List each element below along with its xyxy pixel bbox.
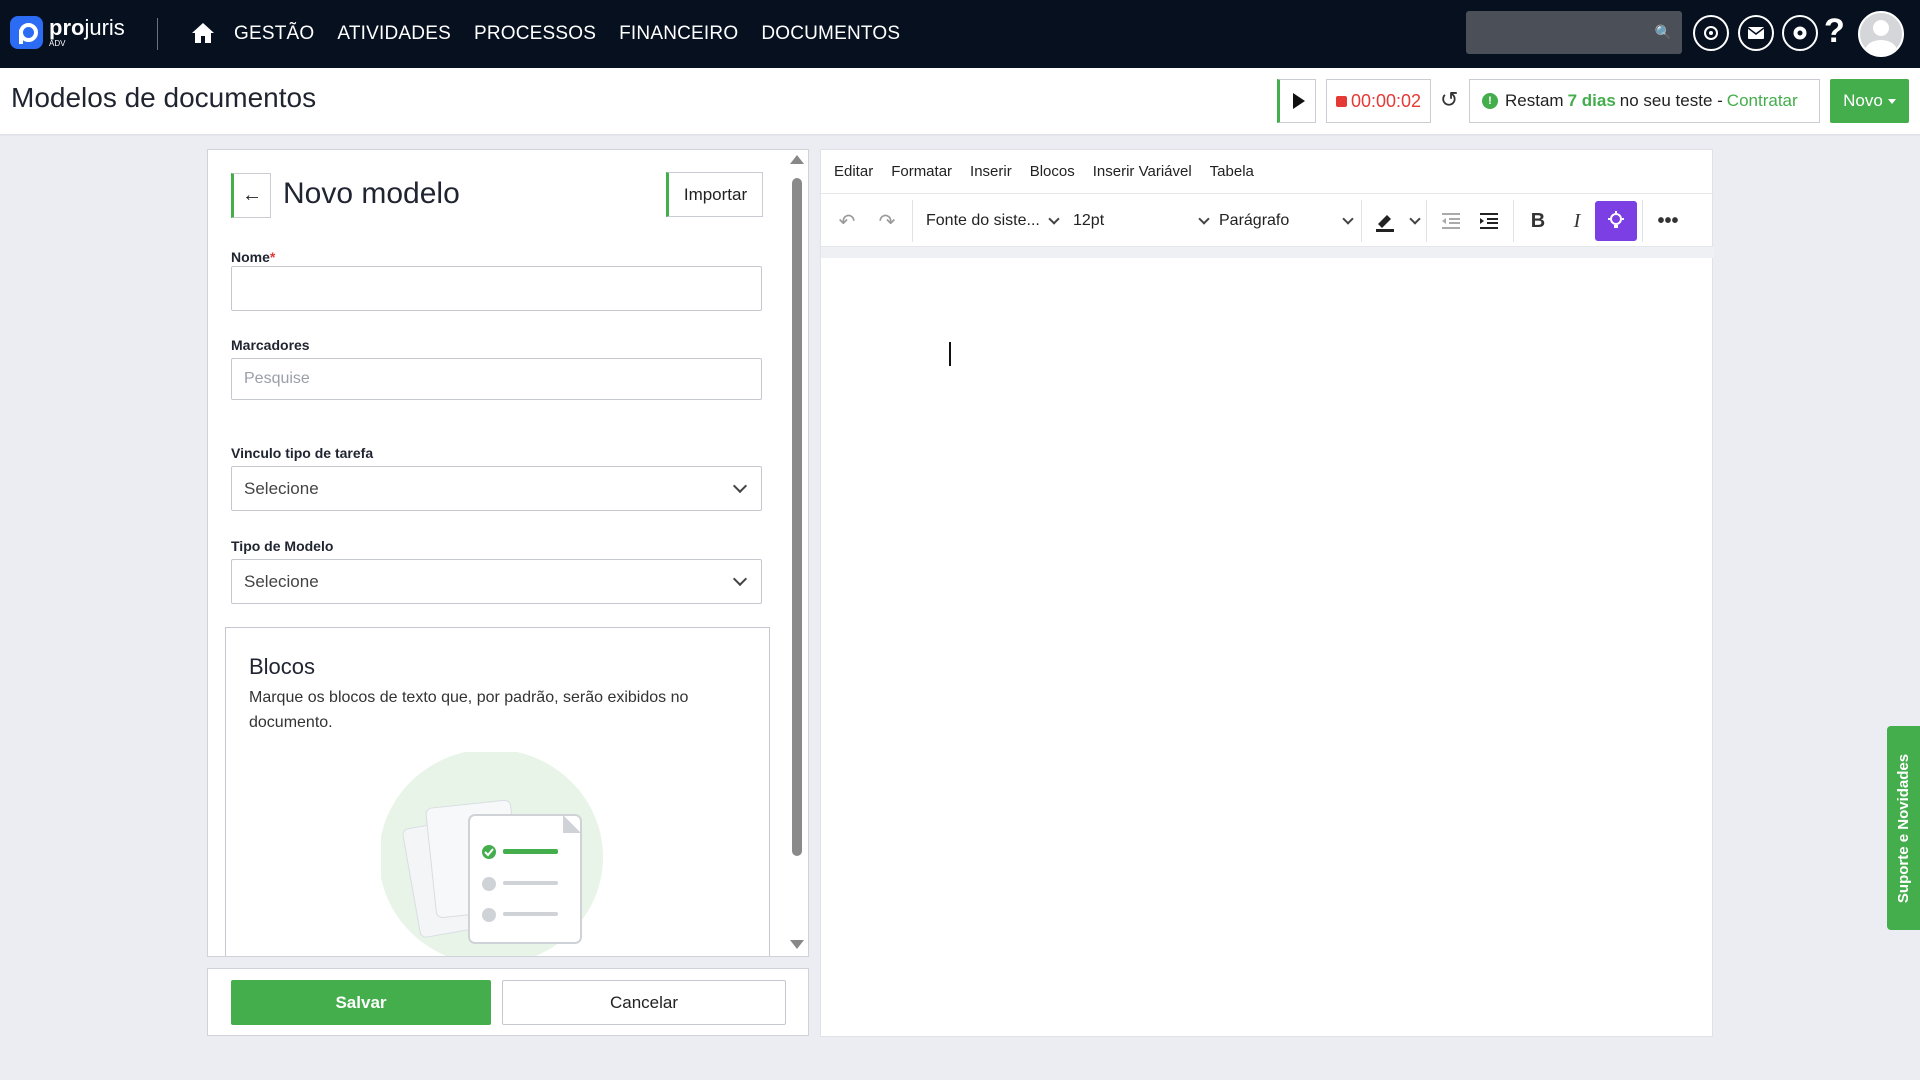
contratar-link[interactable]: Contratar xyxy=(1727,91,1798,111)
back-button[interactable]: ← xyxy=(231,173,271,218)
nav-link-financeiro[interactable]: FINANCEIRO xyxy=(619,23,738,45)
highlight-color-dropdown[interactable] xyxy=(1401,194,1421,248)
menu-inserir-variavel[interactable]: Inserir Variável xyxy=(1093,163,1192,180)
indent-icon[interactable] xyxy=(1475,207,1503,235)
top-navbar: projuris ADV GESTÃO ATIVIDADES PROCESSOS… xyxy=(0,0,1920,68)
support-news-tab[interactable]: Suporte e Novidades xyxy=(1887,726,1920,930)
logo-sub: ADV xyxy=(49,39,66,48)
undo-icon[interactable]: ↶ xyxy=(833,207,861,235)
nav-link-processos[interactable]: PROCESSOS xyxy=(474,23,596,45)
page-header: Modelos de documentos 00:00:02 ↺ ! Resta… xyxy=(0,68,1920,134)
blocos-description: Marque os blocos de texto que, por padrã… xyxy=(249,689,689,731)
tipo-modelo-label: Tipo de Modelo xyxy=(231,538,334,554)
model-form-panel: ← Novo modelo Importar Nome* Marcadores … xyxy=(207,149,809,957)
highlight-color-icon[interactable] xyxy=(1371,207,1399,235)
font-size-value: 12pt xyxy=(1073,212,1105,229)
timer-value: 00:00:02 xyxy=(1350,90,1422,111)
more-options-icon[interactable]: ••• xyxy=(1654,207,1682,235)
scroll-down-arrow[interactable] xyxy=(790,940,804,949)
search-icon[interactable]: 🔍 xyxy=(1655,24,1672,41)
menu-blocos[interactable]: Blocos xyxy=(1030,163,1075,180)
global-search-input[interactable]: 🔍 xyxy=(1466,11,1682,54)
stop-icon xyxy=(1335,95,1347,107)
menu-inserir[interactable]: Inserir xyxy=(970,163,1012,180)
nome-input[interactable] xyxy=(231,266,762,311)
timer-stop-button[interactable]: 00:00:02 xyxy=(1326,79,1431,123)
nav-link-gestao[interactable]: GESTÃO xyxy=(234,23,314,45)
trial-banner: ! Restam 7 dias no seu teste - Contratar xyxy=(1469,79,1820,123)
nome-label: Nome* xyxy=(231,249,276,265)
settings-gear-icon[interactable] xyxy=(1782,15,1818,51)
scroll-up-arrow[interactable] xyxy=(790,155,804,164)
help-icon[interactable]: ? xyxy=(1824,12,1845,51)
arrow-left-icon: ← xyxy=(242,184,262,206)
chevron-down-icon xyxy=(1198,212,1210,225)
menu-formatar[interactable]: Formatar xyxy=(891,163,952,180)
marcadores-search-input[interactable]: Pesquise xyxy=(231,358,762,400)
projuris-logo[interactable]: projuris ADV xyxy=(10,16,125,49)
info-icon: ! xyxy=(1482,93,1498,109)
vinculo-select[interactable]: Selecione xyxy=(231,466,762,511)
trial-days: 7 dias xyxy=(1567,91,1616,110)
nav-link-atividades[interactable]: ATIVIDADES xyxy=(337,23,451,45)
chevron-down-icon xyxy=(732,571,748,587)
page-title: Modelos de documentos xyxy=(11,82,317,113)
italic-icon[interactable]: I xyxy=(1563,207,1591,235)
tipo-modelo-selected: Selecione xyxy=(244,571,319,591)
support-news-label: Suporte e Novidades xyxy=(1895,753,1913,903)
ai-assistant-icon[interactable] xyxy=(1693,15,1729,51)
marcadores-label: Marcadores xyxy=(231,337,310,353)
font-family-select[interactable]: Fonte do siste... xyxy=(926,194,1060,248)
ai-lightbulb-icon[interactable] xyxy=(1595,201,1637,241)
trial-suffix: no seu teste - xyxy=(1619,91,1723,110)
nav-links: GESTÃO ATIVIDADES PROCESSOS FINANCEIRO D… xyxy=(234,0,900,68)
editor-menubar: Editar Formatar Inserir Blocos Inserir V… xyxy=(821,150,1714,193)
user-avatar[interactable] xyxy=(1858,11,1904,57)
logo-name-bold: pro xyxy=(49,15,85,40)
font-size-select[interactable]: 12pt xyxy=(1073,194,1210,248)
logo-mark-icon xyxy=(10,16,43,49)
nav-link-documentos[interactable]: DOCUMENTOS xyxy=(761,23,900,45)
form-title: Novo modelo xyxy=(283,177,460,210)
logo-name-light: juris xyxy=(84,15,125,40)
save-button[interactable]: Salvar xyxy=(231,980,491,1025)
text-cursor xyxy=(949,342,951,366)
blocos-card: Blocos Marque os blocos de texto que, po… xyxy=(225,627,770,956)
novo-label: Novo xyxy=(1843,91,1883,110)
block-format-select[interactable]: Parágrafo xyxy=(1219,194,1354,248)
vinculo-label: Vinculo tipo de tarefa xyxy=(231,445,374,461)
bold-icon[interactable]: B xyxy=(1524,207,1552,235)
nav-divider xyxy=(157,18,158,50)
block-format-value: Parágrafo xyxy=(1219,212,1290,229)
import-button[interactable]: Importar xyxy=(666,172,763,217)
chevron-down-icon xyxy=(732,478,748,494)
editor-divider xyxy=(821,247,1714,258)
vinculo-selected: Selecione xyxy=(244,478,319,498)
editor-toolbar: ↶ ↷ Fonte do siste... 12pt Parágrafo B I xyxy=(821,193,1714,247)
chevron-down-icon xyxy=(1409,212,1421,225)
form-actions: Salvar Cancelar xyxy=(207,968,809,1036)
trial-prefix: Restam xyxy=(1505,91,1564,110)
cancel-button[interactable]: Cancelar xyxy=(502,980,786,1025)
documents-illustration xyxy=(381,752,603,956)
blocos-title: Blocos xyxy=(249,654,316,679)
home-icon[interactable] xyxy=(190,20,216,46)
novo-dropdown-button[interactable]: Novo xyxy=(1830,79,1909,123)
font-family-value: Fonte do siste... xyxy=(926,212,1040,229)
play-icon xyxy=(1293,93,1305,109)
chevron-down-icon xyxy=(1048,212,1060,225)
required-mark: * xyxy=(269,249,276,265)
tipo-modelo-select[interactable]: Selecione xyxy=(231,559,762,604)
form-scrollbar[interactable] xyxy=(792,178,802,856)
mail-icon[interactable] xyxy=(1738,15,1774,51)
document-editor: Editar Formatar Inserir Blocos Inserir V… xyxy=(820,149,1714,1037)
outdent-icon[interactable] xyxy=(1437,207,1465,235)
redo-icon[interactable]: ↷ xyxy=(873,207,901,235)
caret-down-icon xyxy=(1887,98,1896,104)
chevron-down-icon xyxy=(1342,212,1354,225)
menu-editar[interactable]: Editar xyxy=(834,163,873,180)
reset-timer-icon[interactable]: ↺ xyxy=(1440,87,1458,113)
menu-tabela[interactable]: Tabela xyxy=(1210,163,1254,180)
timer-play-button[interactable] xyxy=(1277,79,1316,123)
